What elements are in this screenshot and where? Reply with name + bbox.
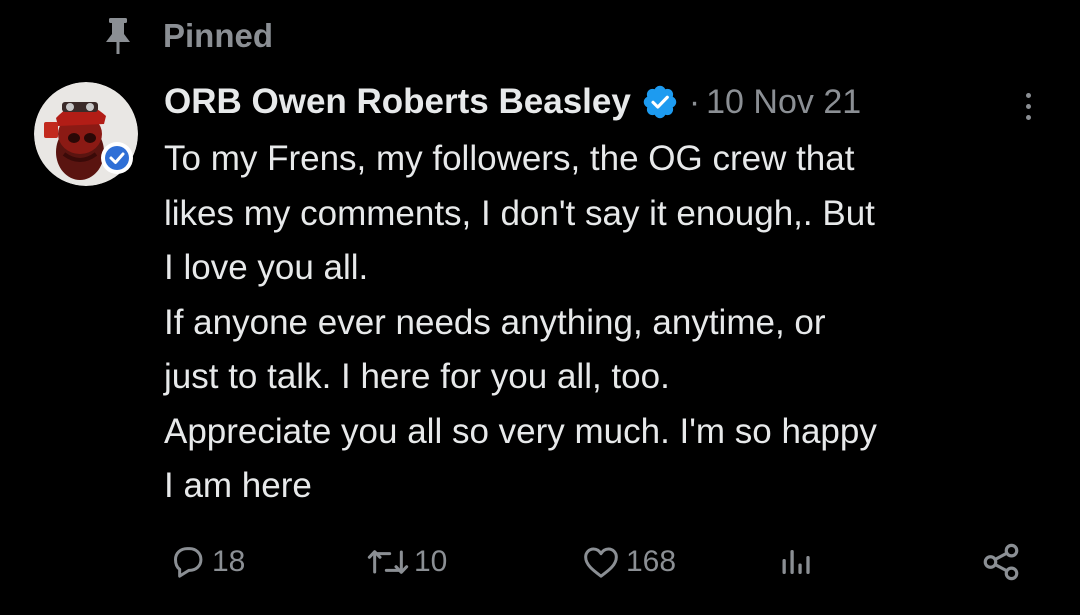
tweet-text-line: Appreciate you all so very much. I'm so … [164, 411, 877, 451]
pinned-indicator: Pinned [98, 14, 273, 58]
heart-icon [580, 542, 622, 582]
repost-icon [366, 542, 410, 582]
analytics-icon [778, 542, 814, 582]
views-button[interactable] [778, 538, 814, 586]
more-dot-icon [1025, 92, 1031, 98]
tweet-header: ORB Owen Roberts Beasley · 10 Nov 21 [164, 78, 1040, 126]
share-icon [980, 541, 1022, 583]
more-dot-icon [1025, 103, 1031, 109]
avatar-verified-badge [100, 141, 134, 175]
repost-button[interactable]: 10 [366, 538, 447, 586]
repost-count: 10 [414, 545, 448, 578]
tweet-text-line: If anyone ever needs anything, anytime, … [164, 302, 826, 342]
reply-count: 18 [212, 545, 246, 578]
author-display-name[interactable]: ORB Owen Roberts Beasley [164, 82, 631, 122]
pin-icon [98, 16, 138, 56]
verified-badge-icon[interactable] [641, 83, 679, 121]
separator-dot: · [688, 82, 701, 121]
tweet-text-line: just to talk. I here for you all, too. [164, 357, 670, 396]
more-dot-icon [1025, 114, 1031, 120]
tweet-text-line: likes my comments, I don't say it enough… [164, 193, 875, 233]
reply-button[interactable]: 18 [168, 538, 245, 586]
like-count: 168 [626, 545, 677, 578]
tweet-text-line: I am here [164, 466, 312, 505]
tweet-text-line: I love you all. [164, 248, 369, 287]
more-options-button[interactable] [1018, 84, 1038, 128]
tweet-text: To my Frens, my followers, the OG crew t… [164, 132, 1054, 514]
share-button[interactable] [980, 538, 1022, 586]
tweet-timestamp[interactable]: 10 Nov 21 [706, 83, 861, 122]
like-button[interactable]: 168 [580, 538, 676, 586]
pinned-label: Pinned [163, 17, 274, 54]
reply-icon [168, 542, 208, 582]
tweet-text-line: To my Frens, my followers, the OG crew t… [164, 139, 855, 178]
